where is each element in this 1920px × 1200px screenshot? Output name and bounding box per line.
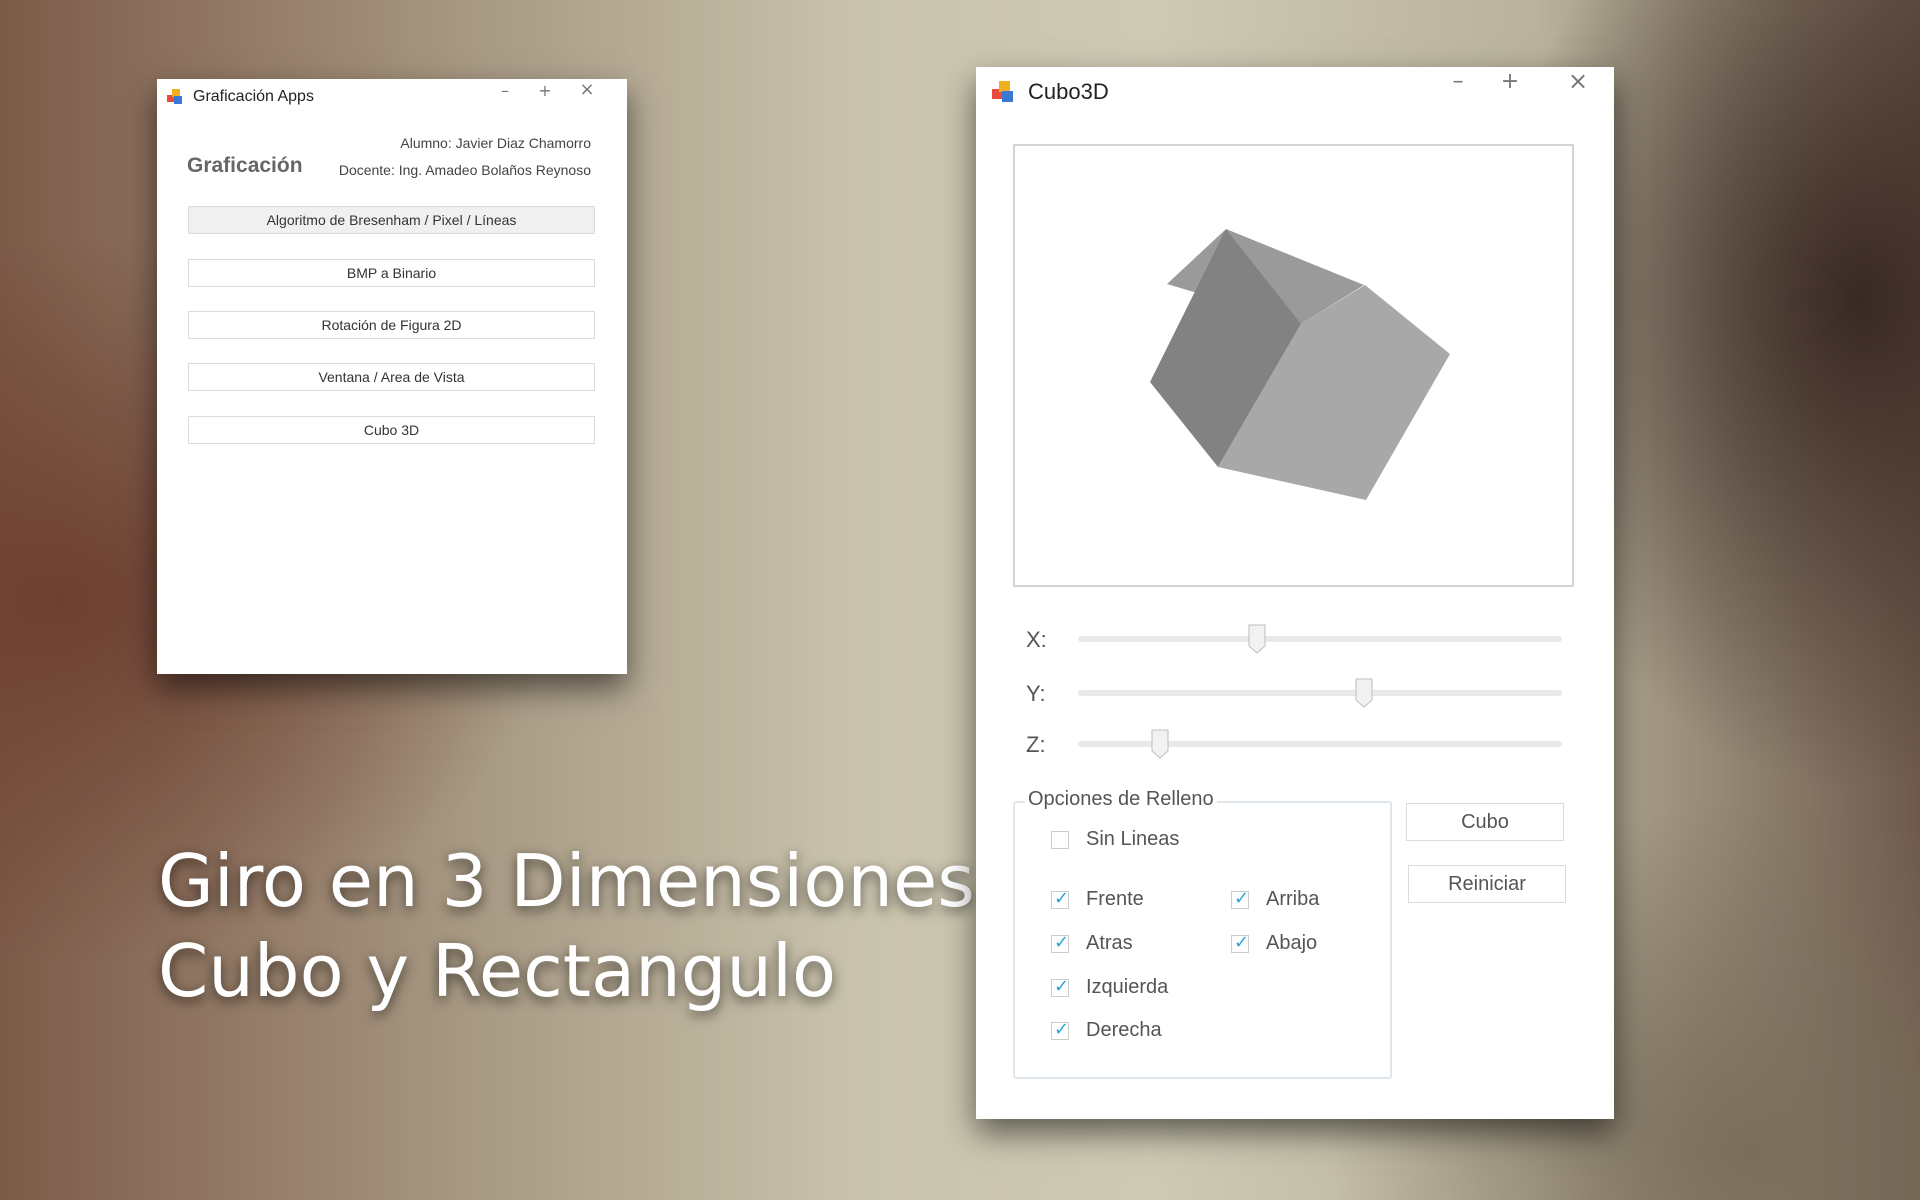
slider-y-label: Y:	[1026, 681, 1046, 706]
cube-drawing	[1150, 229, 1450, 500]
close-button[interactable]: ×	[569, 79, 605, 100]
abajo-checkbox[interactable]: ✓	[1231, 932, 1249, 953]
minimize-button[interactable]: –	[487, 81, 523, 100]
page-heading: Graficación	[187, 154, 303, 177]
maximize-button[interactable]: +	[1488, 69, 1532, 94]
maximize-button[interactable]: +	[527, 81, 563, 100]
docente-label: Docente: Ing. Amadeo Bolaños Reynoso	[338, 162, 591, 178]
derecha-checkbox[interactable]: ✓	[1051, 1019, 1069, 1040]
window-title: Cubo3D	[1028, 79, 1109, 104]
window-title: Graficación Apps	[193, 88, 314, 105]
graficacion-window: Graficación Apps – + × Graficación Alumn…	[157, 79, 627, 674]
bmp-binario-button[interactable]: BMP a Binario	[188, 259, 595, 287]
cubo-button[interactable]: Cubo	[1406, 803, 1564, 841]
bresenham-button[interactable]: Algoritmo de Bresenham / Pixel / Líneas	[188, 206, 595, 234]
slider-y-track[interactable]	[1078, 690, 1562, 696]
cube-canvas[interactable]	[1013, 144, 1574, 587]
derecha-label: Derecha	[1086, 1019, 1162, 1041]
alumno-label: Alumno: Javier Diaz Chamorro	[400, 135, 591, 151]
caption-line-2: Cubo y Rectangulo	[158, 929, 837, 1013]
title-bar[interactable]: Cubo3D – + ×	[976, 67, 1614, 111]
slider-x-thumb[interactable]	[1248, 624, 1266, 654]
rotacion-2d-button[interactable]: Rotación de Figura 2D	[188, 311, 595, 339]
slider-z-thumb[interactable]	[1151, 729, 1169, 759]
close-button[interactable]: ×	[1556, 67, 1600, 95]
atras-label: Atras	[1086, 932, 1133, 954]
arriba-label: Arriba	[1266, 888, 1320, 910]
title-bar[interactable]: Graficación Apps – + ×	[157, 79, 627, 113]
slider-x-label: X:	[1026, 627, 1047, 652]
abajo-label: Abajo	[1266, 932, 1318, 954]
minimize-button[interactable]: –	[1436, 69, 1480, 94]
arriba-checkbox[interactable]: ✓	[1231, 888, 1249, 909]
izquierda-checkbox[interactable]: ✓	[1051, 976, 1069, 997]
fill-options-group: Opciones de Relleno Sin Lineas ✓ Frente …	[1013, 788, 1392, 1079]
sin-lineas-checkbox[interactable]	[1051, 831, 1069, 849]
cubo3d-window: Cubo3D – + × X: Y: Z: Opciones de Rellen…	[976, 67, 1614, 1119]
fill-options-title: Opciones de Relleno	[1025, 788, 1217, 811]
atras-checkbox[interactable]: ✓	[1051, 932, 1069, 953]
slider-z-label: Z:	[1026, 732, 1046, 757]
cubo-3d-button[interactable]: Cubo 3D	[188, 416, 595, 444]
frente-label: Frente	[1086, 888, 1144, 910]
app-windows-icon	[992, 81, 1014, 103]
caption-line-1: Giro en 3 Dimensiones	[158, 839, 975, 923]
slider-x-track[interactable]	[1078, 636, 1562, 642]
izquierda-label: Izquierda	[1086, 976, 1169, 998]
ventana-vista-button[interactable]: Ventana / Area de Vista	[188, 363, 595, 391]
frente-checkbox[interactable]: ✓	[1051, 888, 1069, 909]
app-windows-icon	[167, 89, 183, 105]
slider-y-thumb[interactable]	[1355, 678, 1373, 708]
reiniciar-button[interactable]: Reiniciar	[1408, 865, 1566, 903]
sin-lineas-label: Sin Lineas	[1086, 828, 1180, 850]
